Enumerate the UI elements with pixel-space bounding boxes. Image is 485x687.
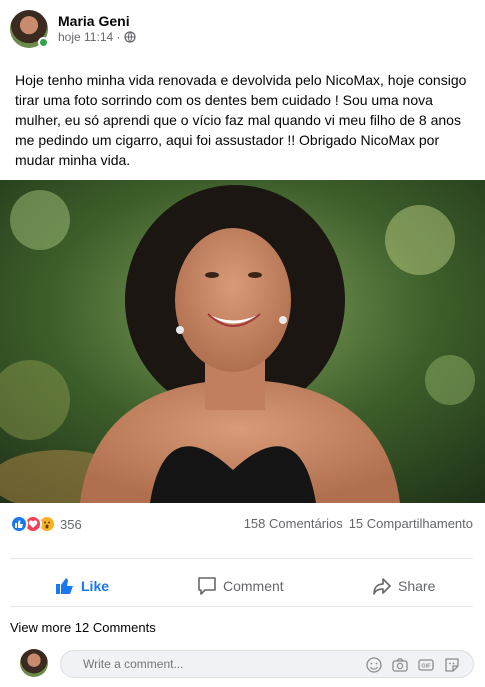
composer-icons: GIF: [365, 656, 461, 674]
comment-icon: [198, 577, 216, 595]
share-label: Share: [398, 578, 436, 594]
comment-button[interactable]: Comment: [197, 568, 284, 604]
comment-box[interactable]: GIF: [60, 650, 474, 678]
divider: [10, 558, 473, 559]
like-label: Like: [81, 578, 110, 594]
comments-count[interactable]: 158 Comentários: [244, 516, 343, 531]
svg-text:GIF: GIF: [421, 664, 431, 670]
post-text: Hoje tenho minha vida renovada e devolvi…: [15, 72, 467, 168]
camera-icon[interactable]: [391, 656, 409, 674]
shares-count[interactable]: 15 Compartilhamento: [349, 516, 473, 531]
user-avatar[interactable]: [20, 649, 48, 677]
sticker-icon[interactable]: [443, 656, 461, 674]
online-status-dot: [38, 37, 49, 48]
view-more-comments-link[interactable]: View more 12 Comments: [10, 620, 156, 635]
woman-portrait-image: [0, 180, 485, 503]
like-icon: [10, 515, 28, 533]
like-button[interactable]: Like: [55, 568, 109, 604]
author-name[interactable]: Maria Geni: [58, 13, 130, 29]
reaction-count: 356: [60, 516, 82, 532]
emoji-icon[interactable]: [365, 656, 383, 674]
comment-label: Comment: [223, 578, 284, 594]
comment-composer: GIF: [18, 648, 478, 680]
post-photo[interactable]: [0, 180, 485, 503]
action-bar: Like Comment Share: [0, 568, 485, 604]
gif-icon[interactable]: GIF: [417, 656, 435, 674]
engagement-counts: 158 Comentários 15 Compartilhamento: [244, 516, 473, 531]
post-meta: hoje 11:14 ·: [58, 30, 136, 44]
divider: [10, 606, 473, 607]
thumbs-up-icon: [56, 578, 73, 594]
share-arrow-icon: [373, 578, 391, 595]
author-avatar[interactable]: [10, 10, 49, 48]
reaction-summary[interactable]: 356: [10, 513, 82, 535]
post-header: Maria Geni hoje 11:14 ·: [8, 8, 478, 52]
comment-input[interactable]: [83, 657, 343, 671]
globe-icon: [123, 31, 136, 43]
post-time[interactable]: hoje 11:14 ·: [58, 30, 121, 44]
share-button[interactable]: Share: [372, 568, 435, 604]
